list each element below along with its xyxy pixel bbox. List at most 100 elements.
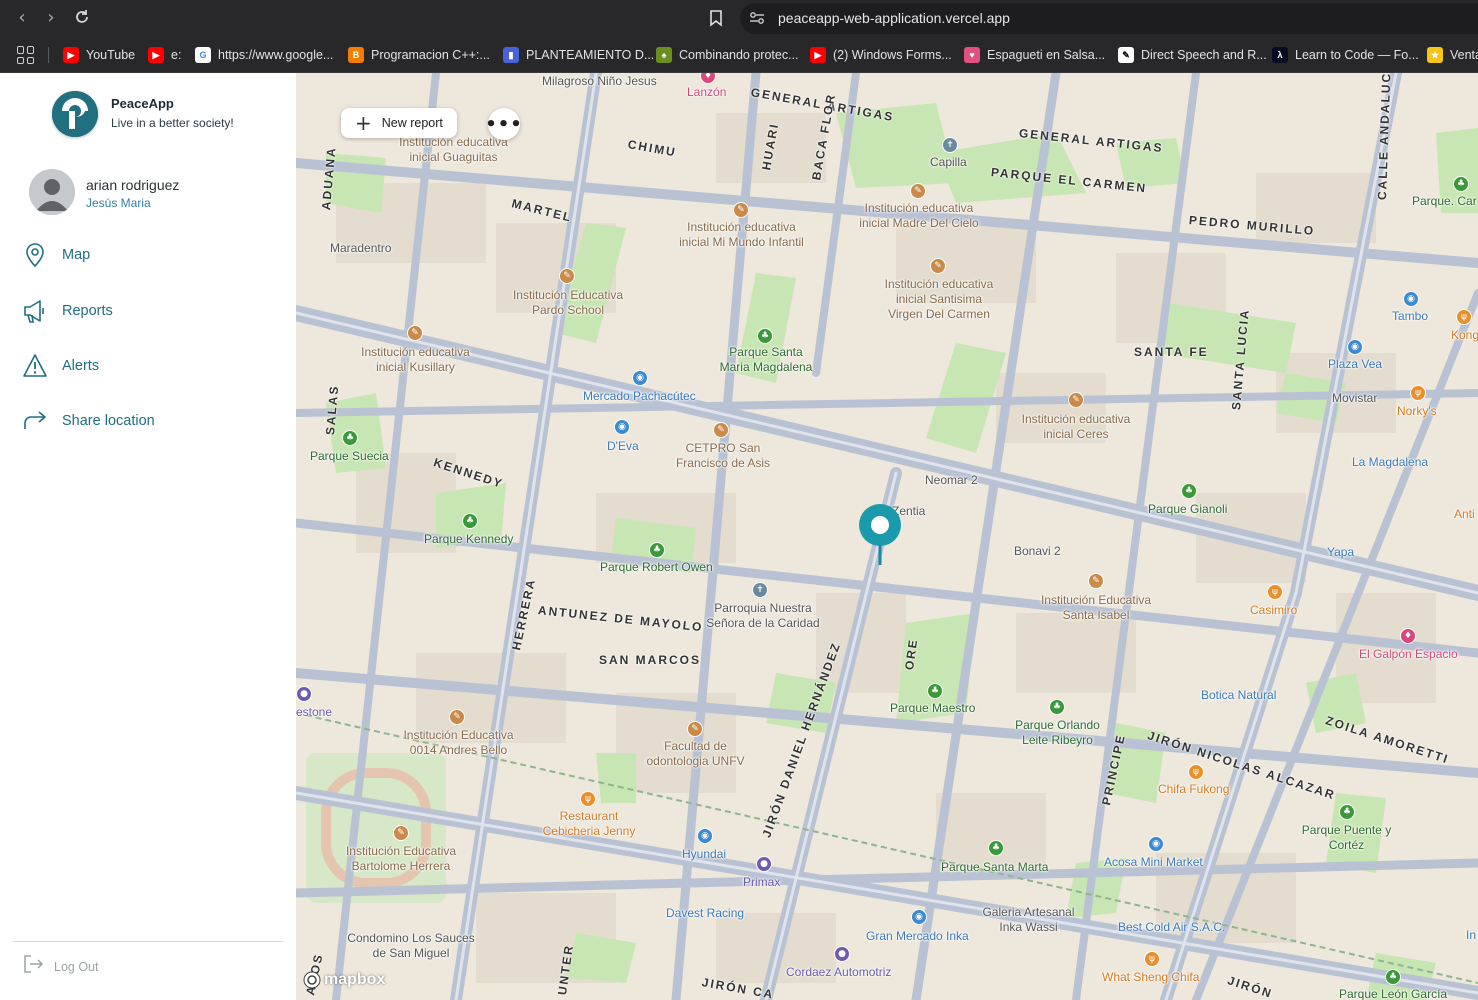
- place-label[interactable]: Galeria Artesanal Inka Wassi: [981, 905, 1076, 935]
- avatar[interactable]: [29, 169, 75, 215]
- place-label[interactable]: Parque. Car: [1412, 194, 1477, 209]
- place-label[interactable]: Chifa Fukong: [1158, 782, 1229, 797]
- apps-grid-icon[interactable]: [17, 46, 35, 64]
- place-label[interactable]: Milagroso Niño Jesus: [542, 74, 657, 89]
- place-label[interactable]: Tambo: [1392, 309, 1428, 324]
- bookmark-item[interactable]: ♥ Espagueti en Salsa...: [964, 46, 1105, 64]
- nav-item-map[interactable]: Map: [22, 240, 272, 270]
- place-label[interactable]: Plaza Vea: [1328, 357, 1382, 372]
- place-label[interactable]: Institución educativa inicial Kusillary: [354, 345, 477, 375]
- restaurant-icon[interactable]: ψ: [1267, 584, 1283, 600]
- place-label[interactable]: Parque Santa Maria Magdalena: [716, 345, 816, 375]
- restaurant-icon[interactable]: ψ: [1410, 385, 1426, 401]
- bookmark-item[interactable]: ★ Venta: [1427, 46, 1478, 64]
- place-label[interactable]: Norky's: [1397, 404, 1437, 419]
- school-icon[interactable]: ✎: [733, 202, 749, 218]
- park-icon[interactable]: ♣: [342, 430, 358, 446]
- restaurant-icon[interactable]: ψ: [1456, 309, 1472, 325]
- park-icon[interactable]: ♣: [1339, 804, 1355, 820]
- place-label[interactable]: Maradentro: [330, 241, 391, 256]
- place-label[interactable]: D'Eva: [607, 439, 639, 454]
- bookmark-item[interactable]: ▶ (2) Windows Forms...: [810, 46, 952, 64]
- nav-item-reports[interactable]: Reports: [22, 296, 272, 326]
- place-label[interactable]: Parque León García: [1339, 987, 1447, 1000]
- nav-item-share-location[interactable]: Share location: [22, 406, 272, 436]
- bookmark-item[interactable]: ♠ Combinando protec...: [656, 46, 799, 64]
- place-label[interactable]: Casimiro: [1250, 603, 1297, 618]
- back-icon[interactable]: ‹: [12, 8, 32, 28]
- church-icon[interactable]: ✝: [752, 582, 768, 598]
- place-label[interactable]: Parque Gianoli: [1148, 502, 1227, 517]
- place-label[interactable]: Parque Santa Marta: [941, 860, 1048, 875]
- place-label[interactable]: Kong: [1451, 328, 1478, 343]
- place-label[interactable]: Parroquia Nuestra Señora de la Caridad: [698, 601, 828, 631]
- current-location-marker[interactable]: [856, 503, 904, 567]
- place-label[interactable]: Mercado Pachacútec: [583, 389, 696, 404]
- place-label[interactable]: estone: [296, 705, 332, 720]
- place-label[interactable]: Parque Maestro: [890, 701, 975, 716]
- place-label[interactable]: Facultad de odontologia UNFV: [643, 739, 748, 769]
- school-icon[interactable]: ✎: [1068, 392, 1084, 408]
- place-label[interactable]: Capilla: [930, 155, 967, 170]
- bookmark-item[interactable]: ▶ YouTube: [63, 46, 135, 64]
- place-label[interactable]: Primax: [743, 875, 780, 890]
- school-icon[interactable]: ✎: [1088, 573, 1104, 589]
- address-bar[interactable]: peaceapp-web-application.vercel.app: [740, 3, 1478, 34]
- school-icon[interactable]: ✎: [910, 183, 926, 199]
- park-icon[interactable]: ♣: [649, 542, 665, 558]
- place-label[interactable]: Parque Suecia: [310, 449, 389, 464]
- place-label[interactable]: Institución Educativa Santa Isabel: [1036, 593, 1156, 623]
- place-label[interactable]: Institución educativa inicial Madre Del …: [854, 201, 984, 231]
- mapbox-logo[interactable]: mapbox: [303, 971, 385, 989]
- park-icon[interactable]: ♣: [927, 683, 943, 699]
- place-label[interactable]: In: [1466, 928, 1476, 943]
- map-view[interactable]: GENERAL ARTIGAS GENERAL ARTIGAS PARQUE E…: [296, 73, 1478, 1000]
- site-settings-icon[interactable]: [749, 11, 765, 25]
- car-dealer-icon[interactable]: ◉: [697, 828, 713, 844]
- place-label[interactable]: Institución Educativa Bartolome Herrera: [336, 844, 466, 874]
- shop-icon[interactable]: ◉: [632, 370, 648, 386]
- bookmark-item[interactable]: ▮ PLANTEAMIENTO D...: [503, 46, 654, 64]
- shop-icon[interactable]: ◉: [1403, 291, 1419, 307]
- place-label[interactable]: Anti: [1454, 507, 1475, 522]
- place-label[interactable]: CETPRO San Francisco de Asis: [668, 441, 778, 471]
- place-label[interactable]: Botica Natural: [1201, 688, 1276, 703]
- school-icon[interactable]: ✎: [713, 422, 729, 438]
- gas-station-icon[interactable]: ●: [756, 856, 772, 872]
- park-icon[interactable]: ♣: [1453, 176, 1469, 192]
- reload-icon[interactable]: [72, 8, 92, 28]
- bookmark-item[interactable]: ✎ Direct Speech and R...: [1118, 46, 1267, 64]
- place-label[interactable]: Lanzón: [687, 85, 726, 100]
- service-icon[interactable]: ●: [834, 946, 850, 962]
- school-icon[interactable]: ✎: [687, 721, 703, 737]
- place-label[interactable]: Cordaez Automotriz: [786, 965, 891, 980]
- place-label[interactable]: Institución educativa inicial Mi Mundo I…: [674, 220, 809, 250]
- shop-icon[interactable]: ◉: [1148, 836, 1164, 852]
- place-label[interactable]: Acosa Mini Market: [1104, 855, 1203, 870]
- shop-icon[interactable]: ◉: [911, 909, 927, 925]
- place-label[interactable]: Yapa: [1327, 545, 1354, 560]
- bookmark-item[interactable]: ▶ e:: [148, 46, 181, 64]
- park-icon[interactable]: ♣: [1385, 969, 1401, 985]
- place-label[interactable]: Davest Racing: [666, 906, 744, 921]
- park-icon[interactable]: ♣: [757, 328, 773, 344]
- school-icon[interactable]: ✎: [393, 825, 409, 841]
- school-icon[interactable]: ✎: [407, 325, 423, 341]
- place-label[interactable]: Hyundai: [682, 847, 726, 862]
- place-label[interactable]: Neomar 2: [925, 473, 978, 488]
- park-icon[interactable]: ♣: [462, 513, 478, 529]
- park-icon[interactable]: ♣: [1049, 699, 1065, 715]
- school-icon[interactable]: ✎: [559, 268, 575, 284]
- school-icon[interactable]: ✎: [930, 258, 946, 274]
- place-label[interactable]: Parque Puente y Cortéz: [1299, 823, 1394, 853]
- park-icon[interactable]: ♣: [988, 840, 1004, 856]
- place-label[interactable]: Parque Robert Owen: [600, 560, 713, 575]
- park-icon[interactable]: ♣: [1181, 483, 1197, 499]
- url-text[interactable]: peaceapp-web-application.vercel.app: [778, 10, 1010, 26]
- place-label[interactable]: Movistar: [1332, 391, 1377, 406]
- place-label[interactable]: Condomino Los Sauces de San Miguel: [341, 931, 481, 961]
- restaurant-icon[interactable]: ψ: [580, 791, 596, 807]
- place-label[interactable]: Parque Kennedy: [424, 532, 513, 547]
- place-label[interactable]: El Galpón Espacio: [1359, 647, 1458, 662]
- bookmark-item[interactable]: Ghttps://www.google...: [195, 46, 333, 64]
